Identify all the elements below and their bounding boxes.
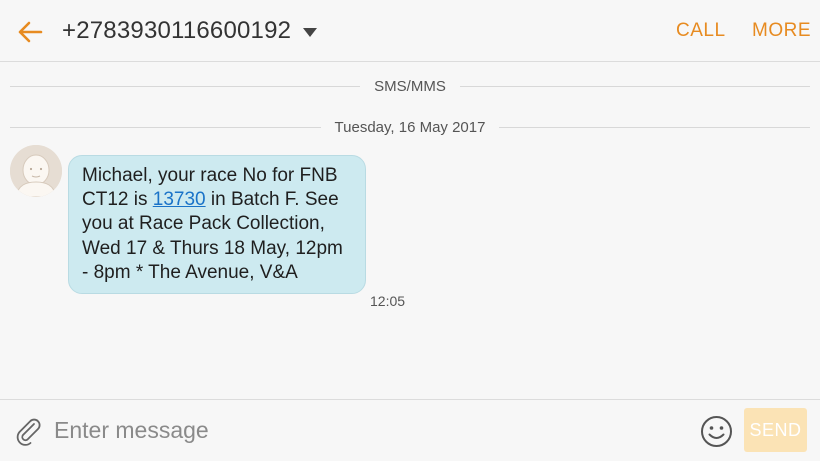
date-label: Tuesday, 16 May 2017 xyxy=(334,118,486,136)
message-input[interactable] xyxy=(54,412,674,448)
app-header: +2783930116600192 CALL MORE xyxy=(0,0,820,62)
contact-number: +2783930116600192 xyxy=(62,17,292,44)
message-time: 12:05 xyxy=(370,293,406,309)
smiley-icon xyxy=(701,416,732,447)
avatar[interactable] xyxy=(10,145,62,197)
channel-label: SMS/MMS xyxy=(374,77,446,95)
emoji-button[interactable] xyxy=(700,415,733,448)
send-button[interactable]: SEND xyxy=(744,408,807,452)
divider-line xyxy=(459,85,811,87)
message-link[interactable]: 13730 xyxy=(153,189,206,210)
divider-line xyxy=(10,85,361,87)
back-arrow-icon xyxy=(18,21,43,43)
more-button[interactable]: MORE xyxy=(752,20,811,42)
composer-bar: SEND xyxy=(0,399,820,461)
paperclip-icon xyxy=(16,418,41,446)
contact-selector[interactable]: +2783930116600192 xyxy=(62,13,318,49)
attach-button[interactable] xyxy=(14,416,44,446)
call-button[interactable]: CALL xyxy=(676,20,726,42)
default-contact-avatar-icon xyxy=(10,145,62,197)
divider-line xyxy=(499,126,810,128)
message-bubble[interactable]: Michael, your race No for FNB CT12 is 13… xyxy=(68,155,366,295)
back-button[interactable] xyxy=(14,16,46,48)
date-divider: Tuesday, 16 May 2017 xyxy=(10,117,810,137)
chevron-down-icon xyxy=(303,27,318,37)
divider-line xyxy=(10,126,321,128)
channel-divider: SMS/MMS xyxy=(10,76,811,96)
